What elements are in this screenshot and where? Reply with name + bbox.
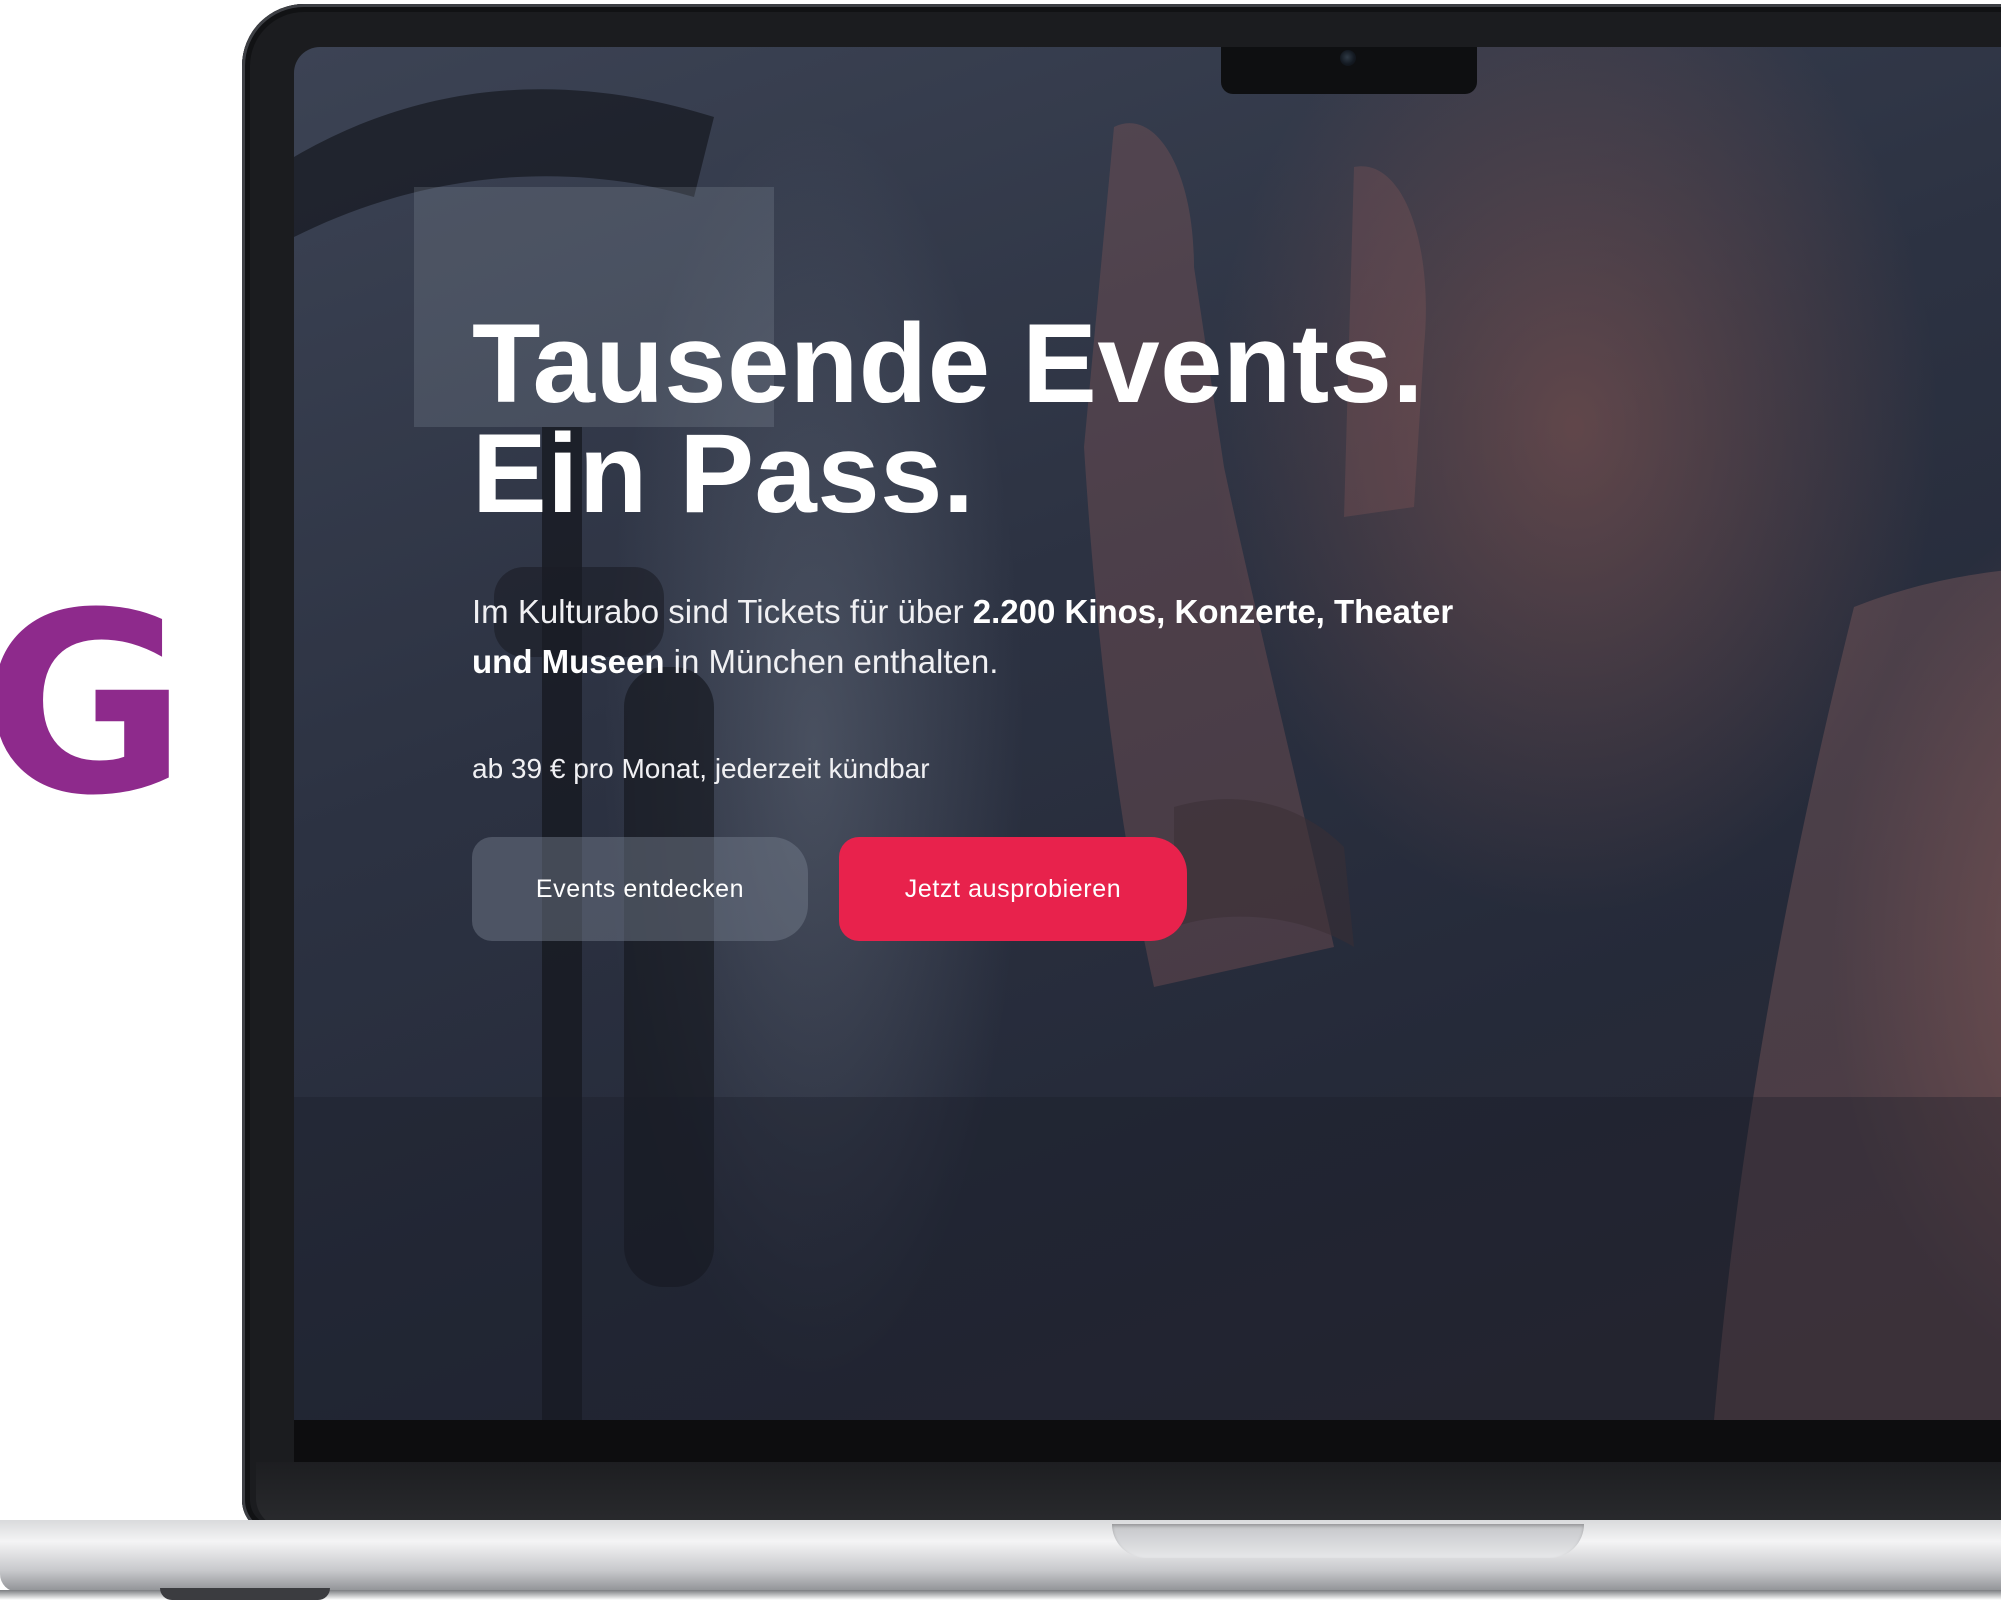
hero-content: Tausende Events. Ein Pass. Im Kulturabo … bbox=[472, 301, 1672, 941]
website-screen: Tausende Events. Ein Pass. Im Kulturabo … bbox=[294, 47, 2001, 1420]
hero-headline-line1: Tausende Events. bbox=[472, 301, 1425, 426]
hero-headline-line2: Ein Pass. bbox=[472, 411, 975, 536]
hero-description-text: Im Kulturabo sind Tickets für über bbox=[472, 593, 973, 630]
product-mockup: G Tausende Events. Ein Pass. Im Kulturab… bbox=[0, 0, 2001, 1600]
laptop-hinge bbox=[256, 1462, 2001, 1528]
hero-headline: Tausende Events. Ein Pass. bbox=[472, 301, 1672, 536]
laptop-base-opening bbox=[1112, 1524, 1584, 1558]
screen-bottom-bezel bbox=[294, 1420, 2001, 1462]
laptop-foot bbox=[160, 1588, 330, 1600]
camera-icon bbox=[1340, 50, 1356, 66]
hero-description-text-end: in München enthalten. bbox=[664, 643, 999, 680]
price-note: ab 39 € pro Monat, jederzeit kündbar bbox=[472, 753, 930, 784]
brand-logo-glyph: G bbox=[0, 559, 188, 850]
laptop-base bbox=[0, 1520, 2001, 1592]
hero-description: Im Kulturabo sind Tickets für über 2.200… bbox=[472, 587, 1522, 687]
try-now-button[interactable]: Jetzt ausprobieren bbox=[839, 837, 1187, 941]
discover-events-button[interactable]: Events entdecken bbox=[472, 837, 808, 941]
hero-buttons: Events entdecken Jetzt ausprobieren bbox=[472, 837, 1672, 941]
